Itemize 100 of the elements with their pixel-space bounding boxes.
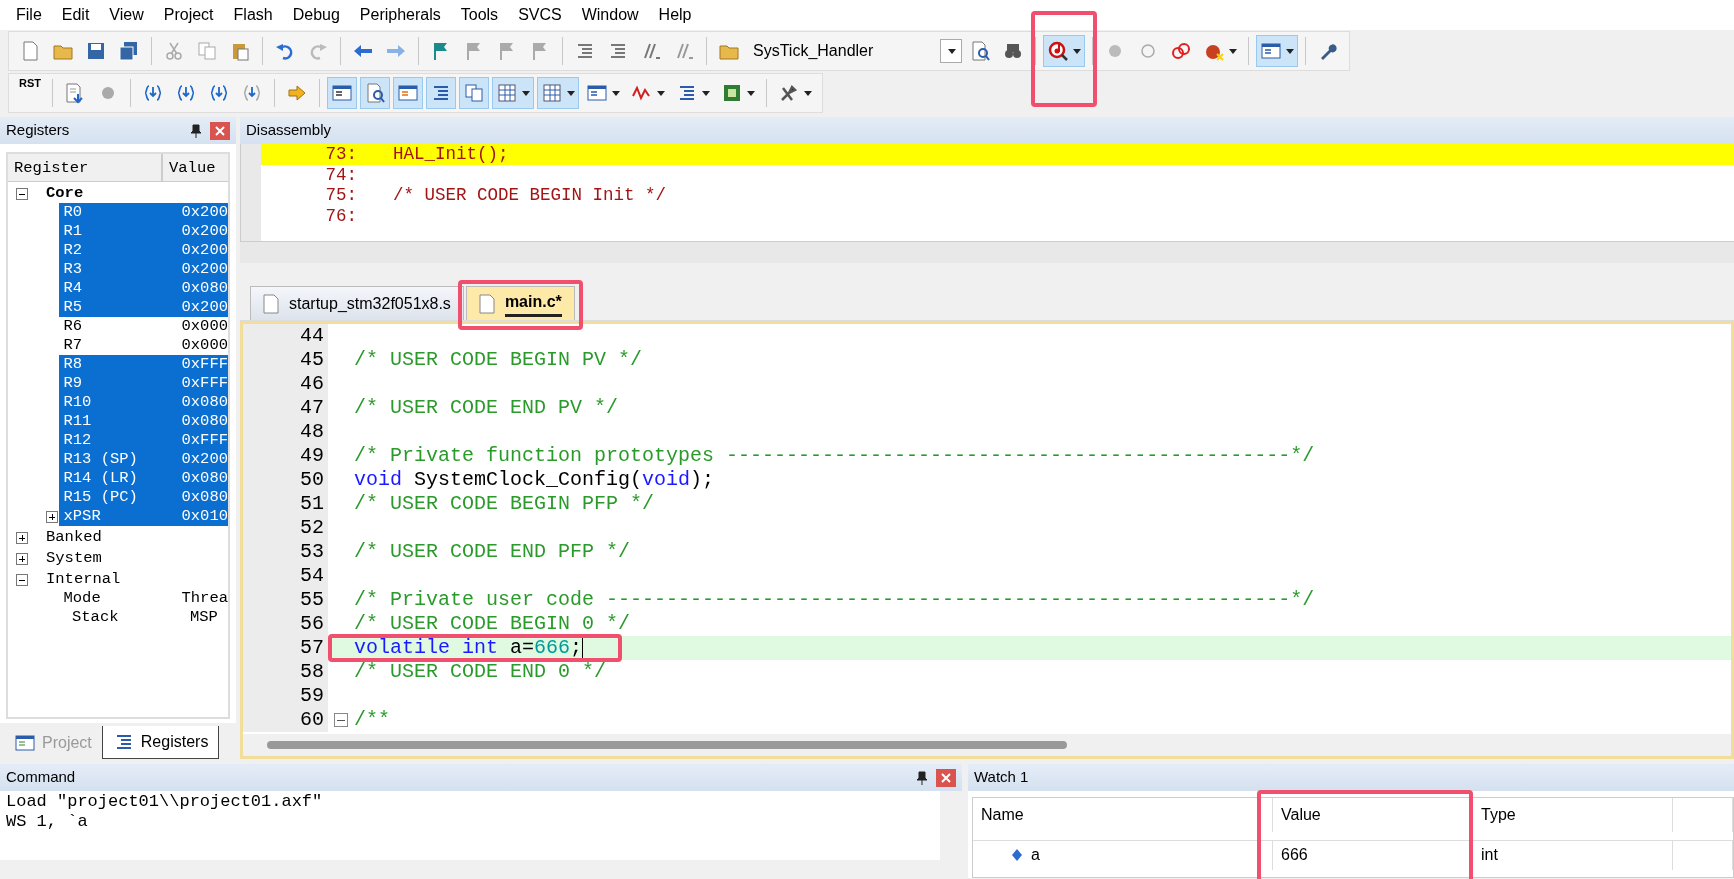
line-number: 51	[243, 492, 328, 516]
register-row[interactable]: xPSR 0x010	[59, 507, 228, 526]
watch-name: a	[1031, 845, 1040, 865]
file-tab[interactable]: startup_stm32f051x8.s	[250, 286, 464, 320]
variable-icon	[1011, 848, 1023, 862]
caret-icon[interactable]	[747, 90, 755, 96]
tree-label[interactable]: Banked	[46, 528, 164, 547]
register-row[interactable]: R12 0xFFF	[59, 431, 228, 450]
tree-label[interactable]: Core	[46, 184, 164, 203]
line-number: 49	[243, 444, 328, 468]
file-icon	[263, 293, 279, 314]
watch-window-icon[interactable]	[496, 82, 518, 104]
menu-item[interactable]: View	[99, 3, 154, 27]
code-line: /* USER CODE BEGIN 0 */	[354, 612, 631, 636]
watch-value: 666	[1273, 839, 1473, 870]
column-header[interactable]: Register	[8, 154, 163, 181]
register-row[interactable]: R8 0xFFF	[59, 355, 228, 374]
menu-item[interactable]: File	[6, 3, 52, 27]
code-line: void SystemClock_Config(void);	[354, 468, 715, 492]
register-row[interactable]: R13 (SP) 0x200	[59, 450, 228, 469]
fold-icon[interactable]	[334, 713, 348, 727]
caret-icon[interactable]	[804, 90, 812, 96]
register-row[interactable]: R6 0x000	[59, 317, 228, 336]
file-tab[interactable]: main.c*	[465, 286, 575, 320]
register-row[interactable]: R11 0x080	[59, 412, 228, 431]
caret-icon[interactable]	[657, 90, 665, 96]
close-icon[interactable]	[936, 768, 956, 787]
panel-title: Watch 1	[974, 767, 1029, 788]
toolbar-button[interactable]	[1043, 35, 1085, 67]
column-header[interactable]: Value	[163, 154, 222, 181]
file-icon	[478, 293, 495, 314]
menu-item[interactable]: Flash	[223, 3, 283, 27]
column-header[interactable]: Name	[973, 798, 1273, 832]
register-row[interactable]: R3 0x200	[59, 260, 228, 279]
line-number: 52	[243, 516, 328, 540]
menu-item[interactable]: Help	[648, 3, 702, 27]
expand-icon[interactable]	[46, 510, 58, 523]
line-number: 53	[243, 540, 328, 564]
memory-window-icon[interactable]	[541, 82, 563, 104]
pin-icon[interactable]	[190, 123, 202, 138]
register-row[interactable]: R5 0x200	[59, 298, 228, 317]
code-line: /* USER CODE BEGIN Init */	[393, 185, 667, 206]
serial-window-icon[interactable]	[586, 82, 608, 104]
caret-icon[interactable]	[522, 90, 530, 96]
expand-icon[interactable]	[16, 552, 28, 565]
line-number: 76:	[324, 205, 357, 226]
code-line: /**	[354, 708, 390, 732]
reset-button[interactable]: RST	[15, 77, 45, 109]
expand-icon[interactable]	[16, 531, 28, 544]
line-number: 47	[243, 396, 328, 420]
register-row[interactable]: R4 0x080	[59, 279, 228, 298]
line-number: 74:	[324, 164, 357, 185]
line-number: 75:	[324, 185, 357, 206]
chip-icon[interactable]	[721, 82, 743, 104]
window-layout-icon[interactable]	[1260, 40, 1282, 62]
caret-icon[interactable]	[1073, 48, 1081, 54]
line-number: 48	[243, 420, 328, 444]
menu-item[interactable]: Edit	[51, 3, 100, 27]
line-number: 54	[243, 564, 328, 588]
menu-item[interactable]: Tools	[450, 3, 509, 27]
register-row[interactable]: R10 0x080	[59, 393, 228, 412]
register-row[interactable]: Mode Threa	[59, 589, 228, 608]
caret-icon[interactable]	[1229, 48, 1237, 54]
register-row[interactable]: R1 0x200	[59, 222, 228, 241]
register-row[interactable]: R9 0xFFF	[59, 374, 228, 393]
pin-icon[interactable]	[916, 770, 928, 785]
panel-title: Disassembly	[246, 120, 332, 141]
register-row[interactable]: Stack MSP	[68, 608, 228, 627]
tree-label[interactable]: System	[46, 549, 164, 568]
menu-item[interactable]: SVCS	[508, 3, 572, 27]
column-header[interactable]: Value	[1273, 798, 1473, 832]
project-icon[interactable]	[14, 732, 36, 754]
toolbar-button[interactable]	[1256, 35, 1298, 67]
close-icon[interactable]	[210, 121, 230, 140]
line-number: 45	[243, 348, 328, 372]
register-row[interactable]: R7 0x000	[59, 336, 228, 355]
register-row[interactable]: R2 0x200	[59, 241, 228, 260]
collapse-icon[interactable]	[16, 573, 28, 586]
function-dropdown[interactable]: SysTick_Handler	[747, 37, 962, 65]
register-row[interactable]: R0 0x200	[59, 203, 228, 222]
menu-item[interactable]: Window	[571, 3, 649, 27]
caret-icon[interactable]	[567, 90, 575, 96]
menu-item[interactable]: Project	[153, 3, 224, 27]
line-number: 55	[243, 588, 328, 612]
code-line: /* Private user code ---------------------------------------------------------*/	[354, 588, 1315, 612]
menu-item[interactable]: Peripherals	[349, 3, 451, 27]
caret-icon[interactable]	[1286, 48, 1294, 54]
debug-icon[interactable]	[1047, 40, 1069, 62]
tree-label[interactable]: Internal	[46, 570, 164, 589]
panel-tab[interactable]: Registers	[101, 726, 220, 759]
caret-icon[interactable]	[612, 90, 620, 96]
scrollbar-thumb[interactable]	[267, 741, 1067, 749]
menu-item[interactable]: Debug	[282, 3, 350, 27]
collapse-icon[interactable]	[16, 187, 28, 200]
code-line: /* USER CODE END PV */	[354, 396, 619, 420]
register-row[interactable]: R14 (LR) 0x080	[59, 469, 228, 488]
code-line: /* USER CODE BEGIN PFP */	[354, 492, 655, 516]
register-row[interactable]: R15 (PC) 0x080	[59, 488, 228, 507]
caret-icon[interactable]	[702, 90, 710, 96]
column-header[interactable]: Type	[1473, 798, 1673, 832]
